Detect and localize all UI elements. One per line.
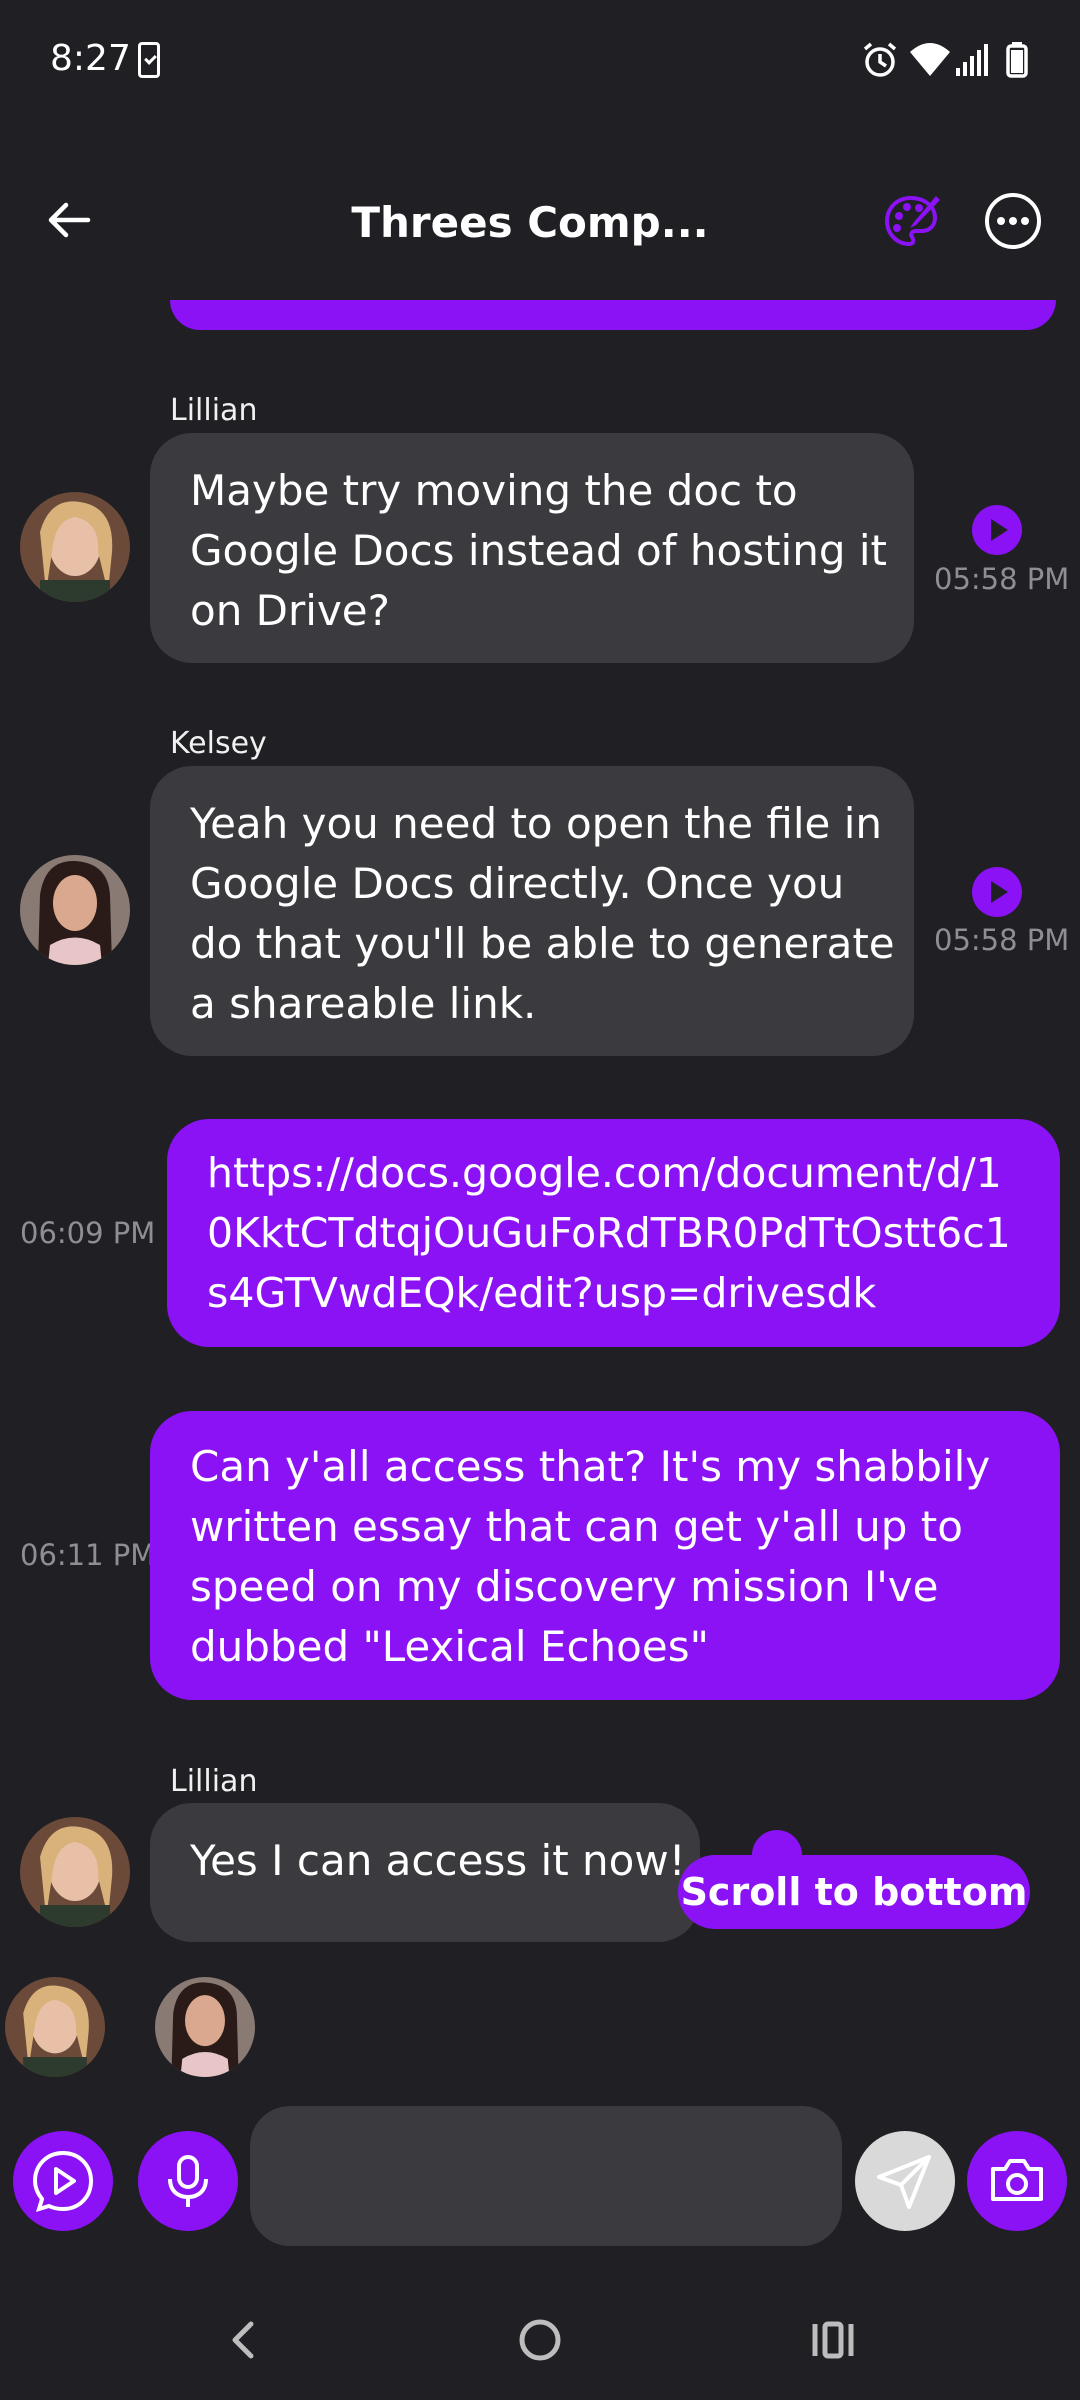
message-line: Google Docs instead of hosting it: [190, 526, 887, 575]
nav-back-icon[interactable]: [205, 2300, 285, 2380]
message-line: speed on my discovery mission I've: [190, 1562, 939, 1611]
arrow-left-icon[interactable]: [40, 190, 100, 250]
message-link-line[interactable]: https://docs.google.com/document/d/1: [207, 1143, 1020, 1203]
system-nav-bar: [0, 2280, 1080, 2400]
message-bubble[interactable]: Yes I can access it now!: [150, 1803, 700, 1942]
sender-name: Lillian: [170, 1764, 258, 1799]
participant-avatar[interactable]: [155, 1977, 255, 2077]
sender-name: Lillian: [170, 393, 258, 428]
message-input[interactable]: [250, 2106, 842, 2246]
chat-title[interactable]: Threes Comp...: [300, 198, 760, 247]
message-timestamp: 05:58 PM: [934, 923, 1070, 957]
palette-icon[interactable]: [880, 190, 942, 252]
play-message-icon: [32, 2150, 94, 2212]
message-line: Yeah you need to open the file in: [190, 799, 883, 848]
message-link-line[interactable]: s4GTVwdEQk/edit?usp=drivesdk: [207, 1263, 1020, 1323]
previous-message-bubble: [170, 300, 1056, 330]
participant-avatar[interactable]: [5, 1977, 105, 2077]
video-message-button[interactable]: [13, 2131, 113, 2231]
nav-home-icon[interactable]: [500, 2300, 580, 2380]
message-bubble[interactable]: Can y'all access that? It's my shabbily …: [150, 1411, 1060, 1700]
signal-icon: [956, 44, 988, 76]
scroll-to-bottom-button[interactable]: Scroll to bottom: [678, 1855, 1030, 1929]
message-timestamp: 06:09 PM: [20, 1216, 156, 1250]
message-line: a shareable link.: [190, 979, 537, 1028]
message-line: written essay that can get y'all up to: [190, 1502, 963, 1551]
message-timestamp: 06:11 PM: [20, 1538, 156, 1572]
camera-icon: [991, 2159, 1043, 2201]
wifi-icon: [910, 43, 950, 76]
more-horizontal-icon[interactable]: [982, 190, 1044, 252]
play-audio-icon[interactable]: [971, 866, 1023, 918]
avatar[interactable]: [20, 1817, 130, 1927]
microphone-icon: [168, 2155, 208, 2207]
avatar[interactable]: [20, 855, 130, 965]
message-link-line[interactable]: 0KktCTdtqjOuGuFoRdTBR0PdTtOstt6c1: [207, 1203, 1020, 1263]
message-line: Yes I can access it now!: [190, 1836, 686, 1885]
message-line: dubbed "Lexical Echoes": [190, 1622, 709, 1671]
send-button[interactable]: [855, 2131, 955, 2231]
message-line: Google Docs directly. Once you: [190, 859, 845, 908]
checklist-notification-icon: [138, 42, 160, 78]
message-bubble[interactable]: https://docs.google.com/document/d/1 0Kk…: [167, 1119, 1060, 1347]
message-bubble[interactable]: Maybe try moving the doc to Google Docs …: [150, 433, 914, 663]
status-icons: [840, 40, 1040, 80]
status-time: 8:27: [50, 38, 131, 79]
status-bar: 8:27: [0, 0, 1080, 130]
message-line: do that you'll be able to generate: [190, 919, 895, 968]
chat-header: Threes Comp...: [0, 170, 1080, 280]
send-icon: [877, 2155, 931, 2209]
play-audio-icon[interactable]: [971, 504, 1023, 556]
camera-button[interactable]: [967, 2131, 1067, 2231]
battery-icon: [1006, 42, 1028, 78]
nav-recents-icon[interactable]: [793, 2300, 873, 2380]
alarm-icon: [863, 42, 897, 77]
message-line: Can y'all access that? It's my shabbily: [190, 1442, 991, 1491]
chat-screen: 8:27 Threes Comp... Lillian Maybe try mo…: [0, 0, 1080, 2400]
message-timestamp: 05:58 PM: [934, 562, 1070, 596]
voice-message-button[interactable]: [138, 2131, 238, 2231]
avatar[interactable]: [20, 492, 130, 602]
message-line: on Drive?: [190, 586, 390, 635]
message-bubble[interactable]: Yeah you need to open the file in Google…: [150, 766, 914, 1056]
sender-name: Kelsey: [170, 726, 267, 761]
message-line: Maybe try moving the doc to: [190, 466, 798, 515]
